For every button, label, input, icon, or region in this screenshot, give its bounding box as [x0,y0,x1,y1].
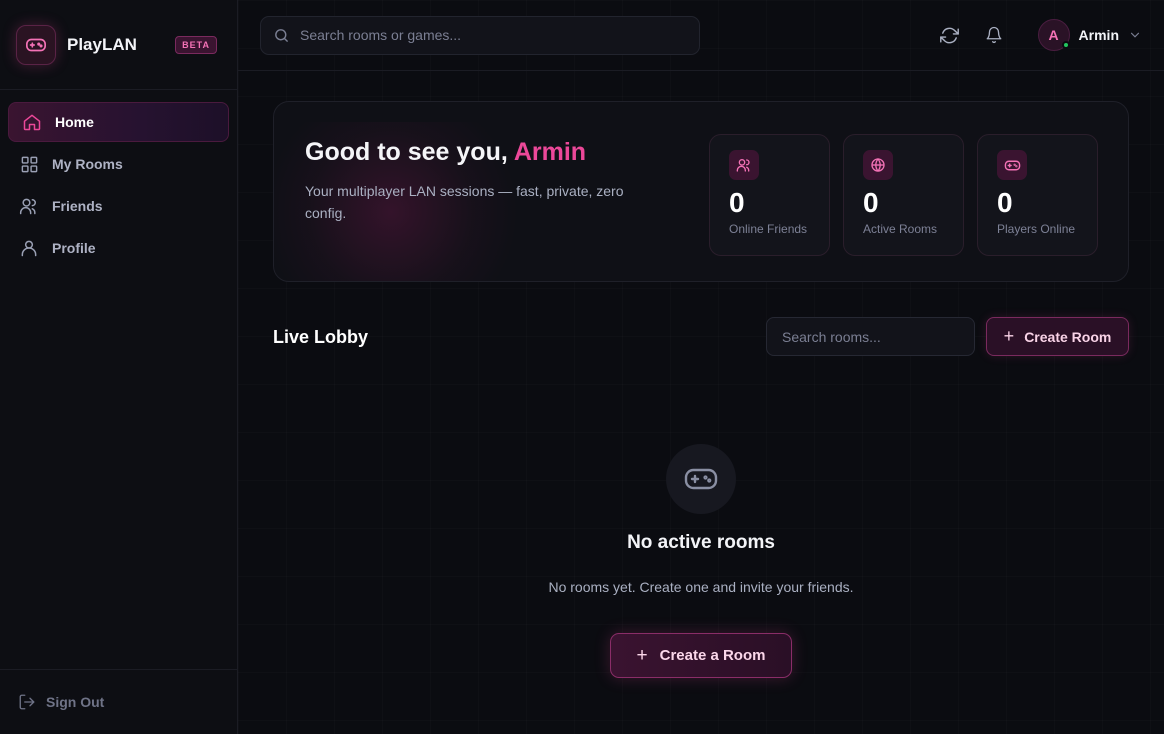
room-search-input[interactable] [766,317,975,356]
stat-value: 0 [729,187,745,218]
gamepad-icon [997,150,1027,180]
sidebar-item-friends[interactable]: Friends [8,186,229,226]
search-icon [273,27,290,44]
plus-icon: + [1003,326,1015,346]
empty-state-title: No active rooms [627,532,775,553]
welcome-heading: Good to see you, Armin [305,138,586,167]
empty-state-subtitle: No rooms yet. Create one and invite your… [548,579,854,595]
users-icon [729,150,759,180]
user-name: Armin [1078,27,1119,43]
grid-icon [18,153,40,175]
beta-badge: BETA [175,35,217,54]
welcome-card: Good to see you, Armin Your multiplayer … [273,101,1129,282]
bell-icon [985,26,1003,44]
create-room-label: Create Room [1024,328,1112,345]
main-content: A Armin Good to see you, Armin Your mult… [238,0,1164,734]
stat-players-online: 0 Players Online [977,134,1098,256]
create-room-button[interactable]: + Create Room [986,317,1129,356]
sidebar-item-home[interactable]: Home [8,102,229,142]
brand-name: PlayLAN [67,34,137,54]
users-icon [18,195,40,217]
sidebar-item-my-rooms[interactable]: My Rooms [8,144,229,184]
greeting-user-name: Armin [513,138,587,166]
app-root: PlayLAN BETA Home My Rooms Friends Profi… [0,0,1164,734]
welcome-subtitle: Your multiplayer LAN sessions — fast, pr… [305,183,624,221]
home-icon [21,111,43,133]
sidebar: PlayLAN BETA Home My Rooms Friends Profi… [0,0,238,734]
lobby-title: Live Lobby [273,327,369,347]
notifications-button[interactable] [976,17,1012,53]
create-a-room-button[interactable]: + Create a Room [610,633,792,678]
create-a-room-label: Create a Room [659,647,766,664]
sidebar-item-label: My Rooms [52,156,123,172]
sidebar-item-label: Profile [52,240,96,256]
sign-out-button[interactable]: Sign Out [0,669,237,734]
stat-label: Players Online [997,222,1076,236]
logout-icon [18,693,36,711]
sidebar-item-label: Home [55,114,94,130]
search-input[interactable] [300,27,680,43]
avatar-initial: A [1048,27,1059,43]
top-actions: A Armin [924,17,1142,53]
gamepad-icon [666,444,736,514]
sign-out-label: Sign Out [46,694,105,710]
stat-online-friends: 0 Online Friends [709,134,830,256]
stat-value: 0 [997,187,1013,218]
greeting-text: Good to see you, [305,138,514,166]
stat-value: 0 [863,187,879,218]
stat-active-rooms: 0 Active Rooms [843,134,964,256]
brand: PlayLAN BETA [0,0,237,90]
sidebar-nav: Home My Rooms Friends Profile [0,90,237,268]
chevron-down-icon [1128,28,1142,42]
stat-label: Online Friends [729,222,808,236]
global-search[interactable] [260,15,700,55]
sidebar-item-profile[interactable]: Profile [8,228,229,268]
globe-icon [863,150,893,180]
topbar: A Armin [238,0,1164,71]
stat-label: Active Rooms [863,222,938,236]
sidebar-item-label: Friends [52,198,103,214]
avatar: A [1037,19,1070,51]
user-menu[interactable]: A Armin [1037,19,1142,51]
user-icon [18,237,40,259]
gamepad-icon[interactable] [16,24,56,65]
online-status-dot [1061,41,1070,49]
refresh-button[interactable] [932,17,968,53]
refresh-icon [940,26,959,45]
plus-icon: + [636,644,648,666]
